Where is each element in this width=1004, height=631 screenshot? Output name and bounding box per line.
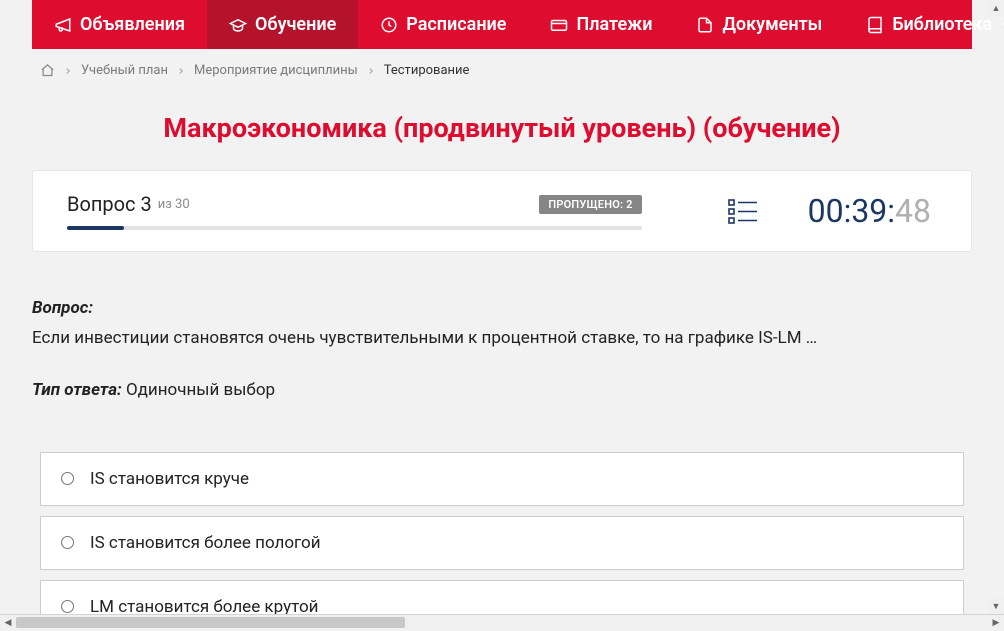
answer-type-value: Одиночный выбор bbox=[126, 380, 275, 400]
question-total: из 30 bbox=[158, 197, 190, 212]
main-nav: Объявления Обучение Расписание Платежи Д… bbox=[32, 0, 972, 49]
nav-label: Объявления bbox=[80, 14, 185, 35]
question-list-button[interactable] bbox=[728, 197, 758, 225]
scroll-down-arrow[interactable]: ▼ bbox=[988, 598, 1004, 614]
answer-option[interactable]: IS становится более пологой bbox=[40, 516, 964, 570]
scroll-right-arrow[interactable]: ▶ bbox=[988, 615, 1004, 631]
answer-option[interactable]: IS становится круче bbox=[40, 452, 964, 506]
page-title: Макроэкономика (продвинутый уровень) (об… bbox=[32, 112, 972, 144]
answer-type-label: Тип ответа: bbox=[32, 380, 122, 400]
document-icon bbox=[696, 16, 714, 34]
nav-schedule[interactable]: Расписание bbox=[358, 0, 528, 49]
nav-label: Документы bbox=[722, 14, 822, 35]
answer-radio[interactable] bbox=[61, 536, 74, 549]
answer-type-row: Тип ответа: Одиночный выбор bbox=[32, 380, 972, 400]
chevron-down-icon bbox=[1000, 19, 1004, 31]
graduation-cap-icon bbox=[229, 16, 247, 34]
timer-ms: 48 bbox=[895, 192, 931, 230]
nav-label: Библиотека bbox=[892, 14, 992, 35]
nav-library[interactable]: Библиотека bbox=[844, 0, 1004, 49]
question-text: Если инвестиции становятся очень чувстви… bbox=[32, 326, 972, 352]
answers-list: IS становится круче IS становится более … bbox=[40, 452, 964, 615]
question-section: Вопрос: Если инвестиции становятся очень… bbox=[32, 298, 972, 352]
question-label: Вопрос: bbox=[32, 298, 972, 318]
nav-announcements[interactable]: Объявления bbox=[32, 0, 207, 49]
answer-radio[interactable] bbox=[61, 472, 74, 485]
answer-text: IS становится круче bbox=[90, 469, 249, 489]
breadcrumb-separator bbox=[176, 66, 186, 76]
breadcrumb-testing: Тестирование bbox=[384, 63, 470, 78]
book-icon bbox=[866, 16, 884, 34]
clock-icon bbox=[380, 16, 398, 34]
breadcrumb-curriculum[interactable]: Учебный план bbox=[81, 63, 168, 78]
nav-payments[interactable]: Платежи bbox=[528, 0, 674, 49]
progress-bar bbox=[67, 226, 642, 230]
progress-fill bbox=[67, 226, 124, 230]
megaphone-icon bbox=[54, 16, 72, 34]
scrollbar-thumb[interactable] bbox=[16, 617, 405, 628]
nav-education[interactable]: Обучение bbox=[207, 0, 358, 49]
scroll-up-arrow[interactable]: ▲ bbox=[988, 0, 1004, 16]
test-status-panel: Вопрос 3 из 30 ПРОПУЩЕНО: 2 00:39:48 bbox=[32, 170, 972, 252]
answer-text: LM становится более крутой bbox=[90, 597, 318, 615]
question-number: Вопрос 3 bbox=[67, 192, 152, 216]
timer-seconds: 39 bbox=[851, 192, 887, 230]
breadcrumb-separator bbox=[366, 66, 376, 76]
skipped-badge: ПРОПУЩЕНО: 2 bbox=[539, 195, 641, 214]
scroll-left-arrow[interactable]: ◀ bbox=[0, 615, 16, 631]
home-icon[interactable] bbox=[40, 63, 55, 78]
timer: 00:39:48 bbox=[808, 192, 931, 230]
nav-label: Платежи bbox=[576, 14, 652, 35]
nav-documents[interactable]: Документы bbox=[674, 0, 844, 49]
breadcrumb: Учебный план Мероприятие дисциплины Тест… bbox=[32, 49, 972, 92]
breadcrumb-discipline-event[interactable]: Мероприятие дисциплины bbox=[194, 63, 358, 78]
page-scroll[interactable]: Объявления Обучение Расписание Платежи Д… bbox=[0, 0, 1004, 614]
nav-label: Расписание bbox=[406, 14, 506, 35]
breadcrumb-separator bbox=[63, 66, 73, 76]
timer-minutes: 00 bbox=[808, 192, 844, 230]
answer-radio[interactable] bbox=[61, 600, 74, 613]
scrollbar-track[interactable] bbox=[16, 615, 988, 630]
credit-card-icon bbox=[550, 16, 568, 34]
answer-option[interactable]: LM становится более крутой bbox=[40, 580, 964, 615]
answer-text: IS становится более пологой bbox=[90, 533, 321, 553]
horizontal-scrollbar[interactable]: ◀ ▶ bbox=[0, 614, 1004, 630]
nav-label: Обучение bbox=[255, 14, 336, 35]
